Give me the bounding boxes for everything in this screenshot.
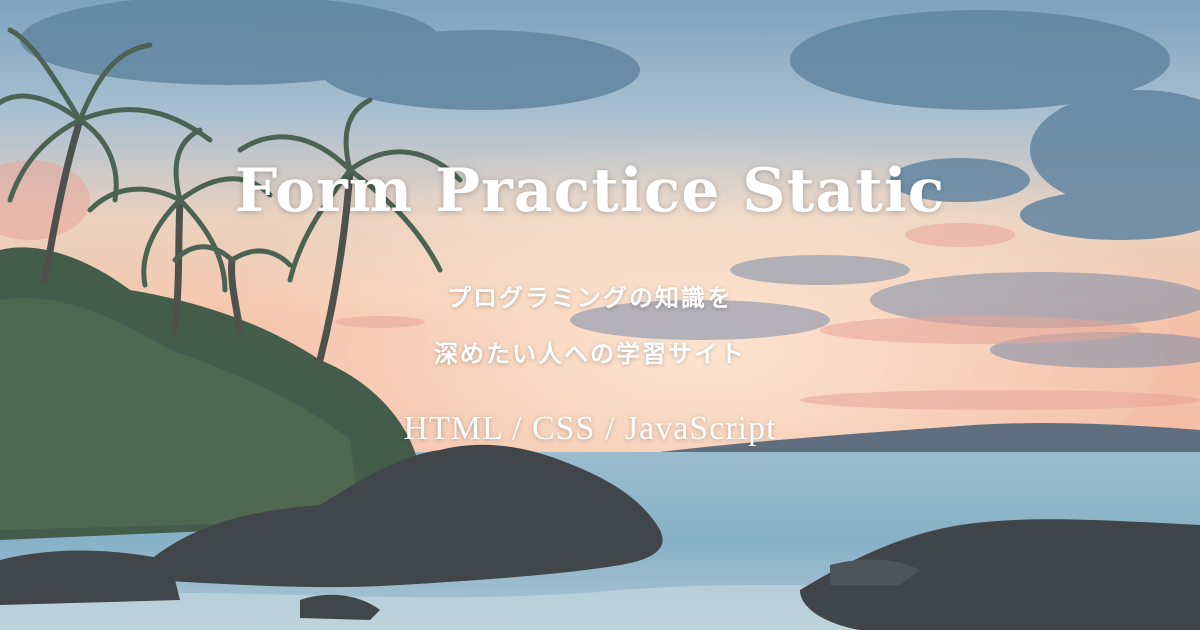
image-overlay: [0, 0, 1200, 630]
site-title: Form Practice Static: [234, 156, 946, 226]
tagline-line-2: 深めたい人への学習サイト: [434, 340, 746, 368]
tech-stack-label: HTML / CSS / JavaScript: [403, 410, 777, 447]
tagline-line-1: プログラミングの知識を: [447, 284, 733, 312]
hero-banner: Form Practice Static プログラミングの知識を 深めたい人への…: [0, 0, 1200, 630]
